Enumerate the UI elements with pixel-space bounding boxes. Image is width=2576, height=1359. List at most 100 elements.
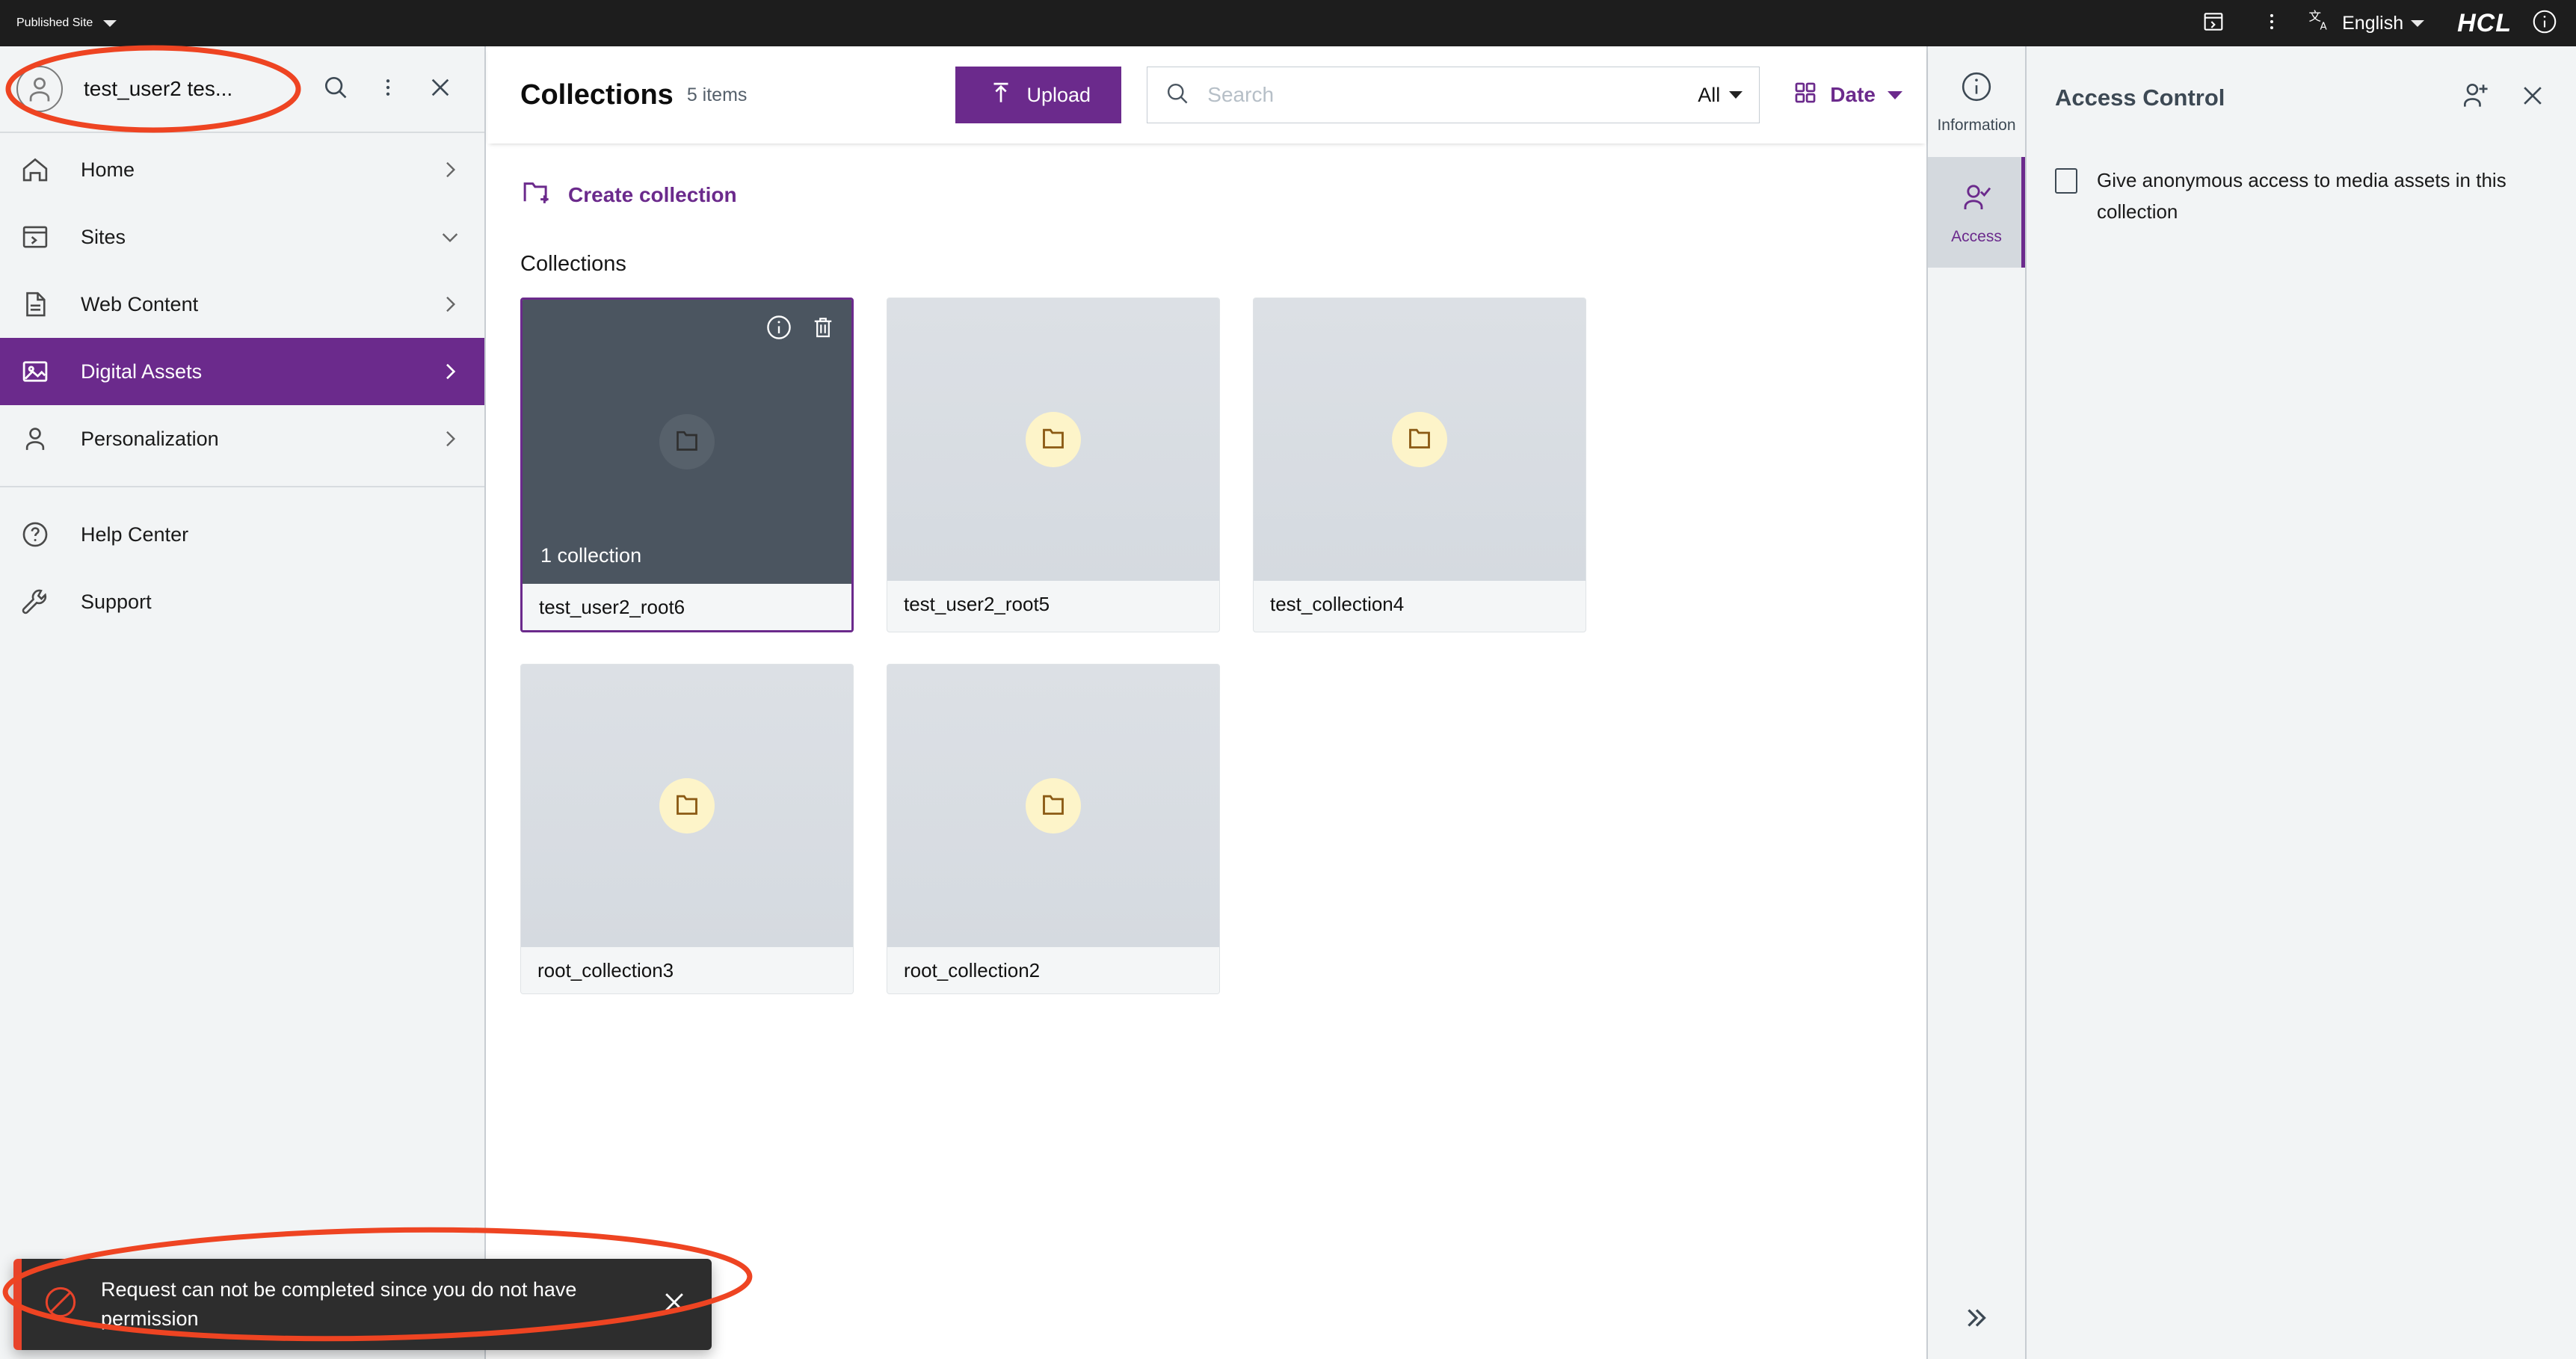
close-icon[interactable] (2518, 81, 2548, 114)
search-bar[interactable]: All (1147, 67, 1760, 123)
right-panel: Information Access (1926, 46, 2576, 1359)
sidebar-item-sites[interactable]: Sites (0, 203, 484, 271)
top-overflow-button[interactable] (2243, 0, 2300, 46)
sidebar-item-label: Sites (81, 226, 126, 249)
card-thumbnail (887, 298, 1219, 581)
card-name: root_collection3 (521, 947, 853, 993)
card-thumbnail (887, 665, 1219, 947)
chevron-down-icon (103, 20, 117, 27)
tab-information[interactable]: Information (1928, 46, 2025, 157)
sort-control[interactable]: Date (1793, 80, 1905, 111)
brand-logo: HCL (2438, 9, 2531, 38)
card-subtitle: 1 collection (540, 544, 641, 567)
collection-card[interactable]: root_collection2 (887, 664, 1220, 994)
search-input[interactable] (1207, 83, 1698, 107)
create-collection-button[interactable]: Create collection (520, 176, 737, 213)
collection-card[interactable]: root_collection3 (520, 664, 854, 994)
panel-expand-button[interactable] (1928, 1287, 2025, 1352)
language-selector[interactable]: 文 A English (2300, 8, 2438, 39)
sidebar-user-header: test_user2 tes... (0, 46, 484, 133)
top-info-button[interactable] (2531, 0, 2558, 46)
item-count: 5 items (687, 84, 748, 106)
panel-tab-rail: Information Access (1926, 46, 2027, 1359)
left-sidebar: test_user2 tes... (0, 46, 486, 1359)
sidebar-item-home[interactable]: Home (0, 136, 484, 203)
info-circle-icon (2531, 8, 2558, 39)
card-thumbnail: 1 collection (523, 300, 851, 584)
user-check-icon (1959, 179, 1994, 219)
folder-badge (1392, 412, 1447, 467)
sidebar-item-label: Digital Assets (81, 360, 202, 383)
upload-button[interactable]: Upload (955, 67, 1121, 123)
site-selector[interactable]: Published Site (16, 16, 117, 30)
sidebar-item-web-content[interactable]: Web Content (0, 271, 484, 338)
chevron-down-icon (1888, 91, 1902, 99)
folder-icon (1405, 423, 1435, 457)
person-icon (19, 423, 60, 454)
more-vertical-icon (377, 75, 399, 104)
card-thumbnail (521, 665, 853, 947)
tab-access[interactable]: Access (1928, 157, 2025, 268)
app-root: Published Site (0, 0, 2576, 1359)
sidebar-overflow-button[interactable] (362, 63, 414, 115)
panel-header: Access Control (2055, 79, 2548, 116)
panel-toggle-button[interactable] (2184, 0, 2243, 46)
tab-label: Access (1951, 228, 2002, 246)
sidebar-search-button[interactable] (309, 63, 362, 115)
collection-card[interactable]: 1 collection test_user2_root6 (520, 298, 854, 632)
access-control-panel: Access Control (2027, 46, 2576, 1359)
sidebar-item-label: Web Content (81, 293, 198, 316)
chevron-right-icon (438, 360, 462, 383)
folder-icon (672, 425, 702, 459)
chevron-right-icon (438, 427, 462, 451)
toast-close-button[interactable] (659, 1287, 689, 1321)
sidebar-item-help-center[interactable]: Help Center (0, 501, 484, 568)
folder-badge (1026, 412, 1081, 467)
sidebar-item-digital-assets[interactable]: Digital Assets (0, 338, 484, 405)
search-filter-label: All (1698, 84, 1720, 107)
trash-icon[interactable] (810, 313, 836, 345)
anonymous-access-label: Give anonymous access to media assets in… (2097, 165, 2515, 227)
panel-toggle-icon (2201, 10, 2225, 37)
close-icon (426, 73, 455, 105)
sidebar-item-label: Home (81, 158, 135, 182)
language-label: English (2342, 13, 2403, 34)
card-actions (765, 313, 836, 345)
sidebar-item-support[interactable]: Support (0, 568, 484, 635)
sidebar-divider (0, 486, 484, 487)
double-chevron-right-icon (1961, 1302, 1992, 1337)
page-title: Collections (520, 79, 674, 111)
grid-view-icon (1793, 80, 1818, 111)
info-circle-icon[interactable] (765, 313, 793, 345)
sidebar-close-button[interactable] (414, 63, 466, 115)
home-icon (19, 154, 60, 185)
wrench-icon (19, 586, 60, 617)
upload-icon (987, 78, 1015, 112)
main-content: Collections 5 items Upload (487, 46, 1926, 1359)
document-icon (19, 289, 60, 320)
image-icon (19, 356, 60, 387)
search-icon (321, 73, 350, 105)
folder-plus-icon (520, 176, 552, 213)
header-actions: Upload All (955, 67, 1905, 123)
search-filter-dropdown[interactable]: All (1698, 84, 1743, 107)
close-icon (659, 1287, 689, 1321)
folder-icon (1038, 423, 1068, 457)
help-circle-icon (19, 519, 60, 550)
anonymous-access-checkbox[interactable] (2055, 168, 2077, 194)
content-body: Create collection Collections (487, 144, 1926, 1359)
folder-icon (1038, 789, 1068, 823)
folder-badge (1026, 778, 1081, 833)
collection-card[interactable]: test_user2_root5 (887, 298, 1220, 632)
top-bar: Published Site (0, 0, 2576, 46)
add-user-icon[interactable] (2459, 79, 2492, 116)
panel-title: Access Control (2055, 84, 2225, 111)
chevron-right-icon (438, 158, 462, 182)
sort-label: Date (1830, 83, 1876, 107)
avatar[interactable] (16, 66, 63, 112)
sidebar-item-personalization[interactable]: Personalization (0, 405, 484, 472)
anonymous-access-row: Give anonymous access to media assets in… (2055, 165, 2548, 227)
svg-text:A: A (2320, 20, 2328, 32)
upload-label: Upload (1027, 84, 1091, 107)
collection-card[interactable]: test_collection4 (1253, 298, 1586, 632)
